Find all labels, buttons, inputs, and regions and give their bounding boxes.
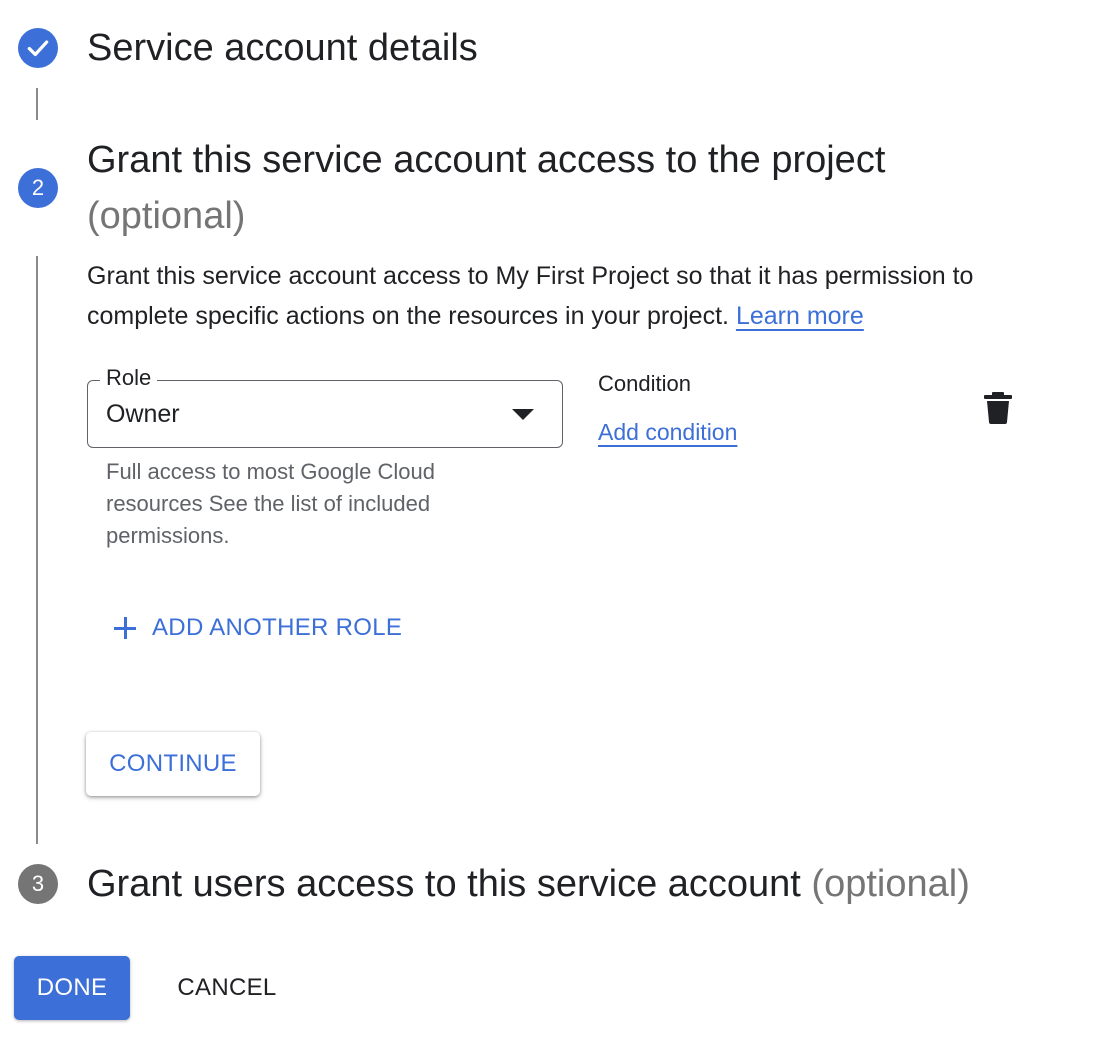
role-select[interactable]: Role Owner bbox=[87, 364, 563, 448]
continue-button[interactable]: CONTINUE bbox=[86, 732, 260, 796]
step-3-title: Grant users access to this service accou… bbox=[87, 863, 801, 905]
trash-icon[interactable] bbox=[984, 392, 1012, 424]
add-another-role-label: ADD ANOTHER ROLE bbox=[152, 614, 403, 641]
step-1-title[interactable]: Service account details bbox=[87, 20, 478, 76]
learn-more-link[interactable]: Learn more bbox=[736, 302, 864, 330]
step-3-optional-label: (optional) bbox=[811, 863, 970, 905]
step-2-optional-label: (optional) bbox=[87, 195, 246, 237]
step-3-header[interactable]: Grant users access to this service accou… bbox=[87, 856, 970, 912]
step-3-number-badge: 3 bbox=[18, 864, 58, 904]
step-connector bbox=[36, 256, 38, 844]
step-2-title: Grant this service account access to the… bbox=[87, 139, 886, 181]
step-2-description: Grant this service account access to My … bbox=[87, 256, 1047, 336]
done-button[interactable]: DONE bbox=[14, 956, 130, 1020]
role-hint-text: Full access to most Google Cloud resourc… bbox=[106, 459, 435, 548]
plus-icon bbox=[112, 615, 138, 641]
step-1-completed-badge bbox=[18, 28, 58, 68]
add-condition-link[interactable]: Add condition bbox=[598, 416, 737, 448]
dropdown-arrow-icon bbox=[512, 409, 534, 420]
role-field-label: Role bbox=[100, 364, 158, 392]
step-connector bbox=[36, 88, 38, 120]
step-2-number-badge: 2 bbox=[18, 168, 58, 208]
role-selected-value: Owner bbox=[106, 400, 180, 428]
condition-label: Condition bbox=[598, 371, 691, 396]
cancel-button[interactable]: CANCEL bbox=[160, 956, 294, 1020]
add-another-role-button[interactable]: ADD ANOTHER ROLE bbox=[112, 608, 402, 648]
check-icon bbox=[27, 40, 49, 57]
